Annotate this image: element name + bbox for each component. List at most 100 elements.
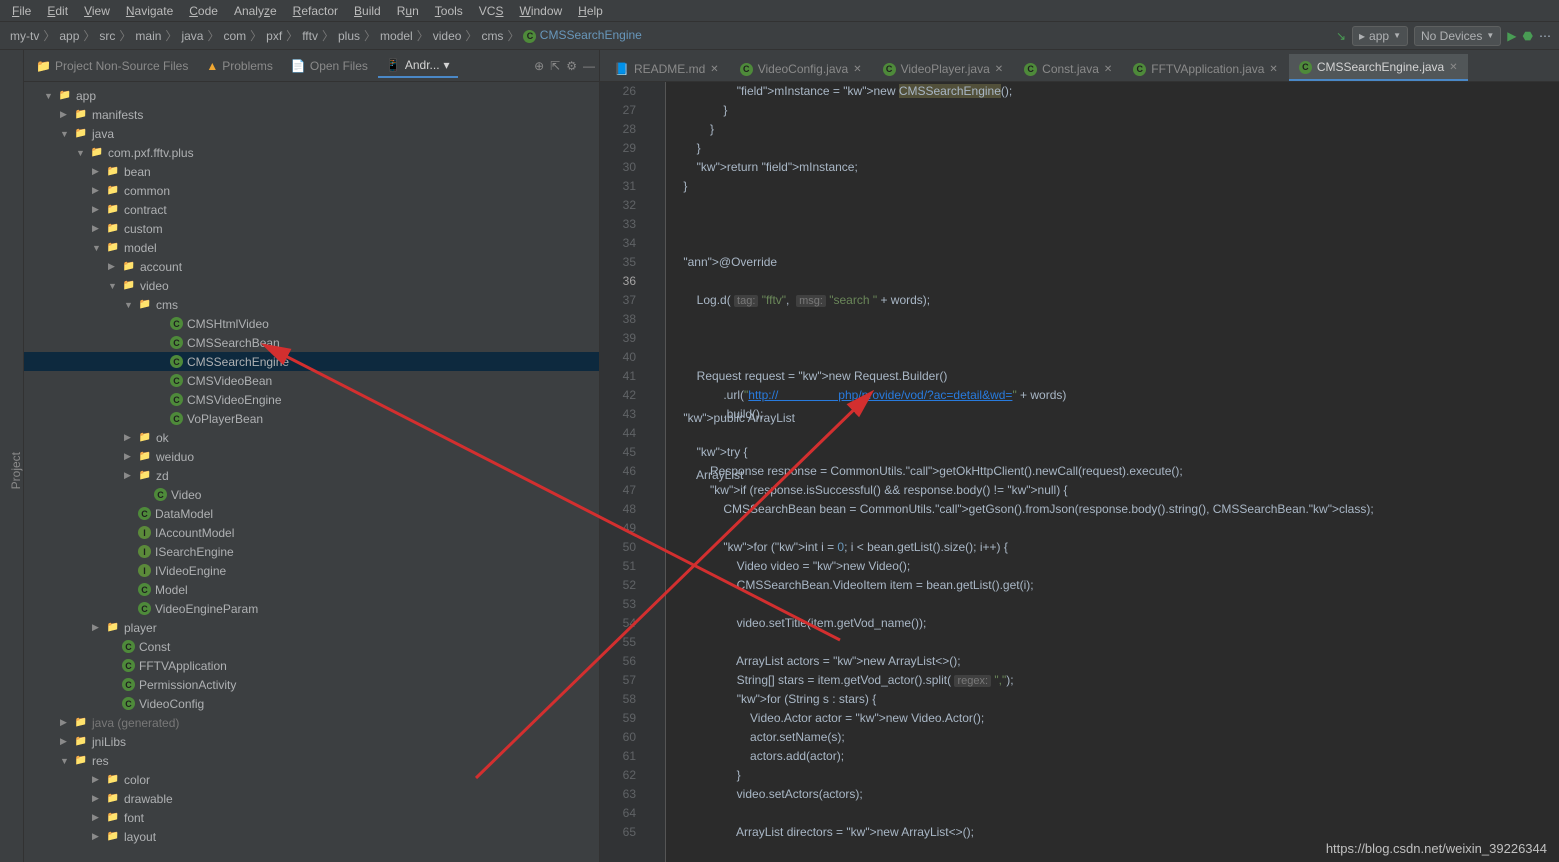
pane-tab-problems[interactable]: ▲ Problems [198, 55, 281, 77]
close-icon[interactable]: ✕ [710, 64, 718, 75]
device-selector[interactable]: No Devices ▼ [1414, 26, 1501, 46]
crumb[interactable]: src [97, 29, 117, 43]
menu-window[interactable]: Window [511, 2, 570, 20]
menu-file[interactable]: File [4, 2, 39, 20]
crumb[interactable]: model [378, 29, 415, 43]
sync-icon[interactable]: ↘ [1336, 29, 1346, 43]
tree-node-Const[interactable]: CConst [24, 637, 599, 656]
run-config-selector[interactable]: ▸ app ▼ [1352, 26, 1408, 46]
tree-node-app[interactable]: ▼📁app [24, 86, 599, 105]
run-icon[interactable]: ▶ [1507, 29, 1516, 43]
editor-tab[interactable]: CVideoConfig.java✕ [730, 56, 872, 81]
tree-node-CMSVideoEngine[interactable]: CCMSVideoEngine [24, 390, 599, 409]
project-tree[interactable]: ▼📁app▶📁manifests▼📁java▼📁com.pxf.fftv.plu… [24, 82, 599, 862]
tree-node-DataModel[interactable]: CDataModel [24, 504, 599, 523]
code-content[interactable]: "field">mInstance = "kw">new CMSSearchEn… [666, 82, 1559, 862]
tree-node-contract[interactable]: ▶📁contract [24, 200, 599, 219]
gear-icon[interactable]: ⚙ [566, 59, 577, 73]
crumb[interactable]: java [179, 29, 205, 43]
tree-node-VideoConfig[interactable]: CVideoConfig [24, 694, 599, 713]
tree-node-VideoEngineParam[interactable]: CVideoEngineParam [24, 599, 599, 618]
tree-node-IVideoEngine[interactable]: IIVideoEngine [24, 561, 599, 580]
crumb[interactable]: fftv [300, 29, 320, 43]
tree-node-javagen[interactable]: ▶📁java (generated) [24, 713, 599, 732]
crumb[interactable]: video [431, 29, 464, 43]
tree-node-zd[interactable]: ▶📁zd [24, 466, 599, 485]
tree-node-java[interactable]: ▼📁java [24, 124, 599, 143]
menu-analyze[interactable]: Analyze [226, 2, 285, 20]
tree-node-color[interactable]: ▶📁color [24, 770, 599, 789]
tree-node-pkg[interactable]: ▼📁com.pxf.fftv.plus [24, 143, 599, 162]
pane-tab-android[interactable]: 📱 Andr... ▾ [378, 54, 458, 78]
pane-tab-nonsource[interactable]: 📁 Project Non-Source Files [28, 55, 196, 77]
tree-node-cms[interactable]: ▼📁cms [24, 295, 599, 314]
tree-label: CMSHtmlVideo [187, 317, 269, 331]
menu-edit[interactable]: Edit [39, 2, 76, 20]
close-icon[interactable]: ✕ [1269, 64, 1277, 75]
tree-node-CMSSearchEngine[interactable]: CCMSSearchEngine [24, 352, 599, 371]
tree-node-player[interactable]: ▶📁player [24, 618, 599, 637]
tool-project[interactable]: Project [9, 452, 23, 489]
tree-node-manifests[interactable]: ▶📁manifests [24, 105, 599, 124]
tree-node-common[interactable]: ▶📁common [24, 181, 599, 200]
crumb-current[interactable]: C CMSSearchEngine [521, 28, 643, 43]
pane-tab-openfiles[interactable]: 📄 Open Files [283, 55, 376, 77]
crumb[interactable]: app [57, 29, 81, 43]
menu-help[interactable]: Help [570, 2, 611, 20]
tree-node-Video[interactable]: CVideo [24, 485, 599, 504]
tree-node-CMSSearchBean[interactable]: CCMSSearchBean [24, 333, 599, 352]
crumb[interactable]: cms [479, 29, 505, 43]
tree-node-custom[interactable]: ▶📁custom [24, 219, 599, 238]
close-icon[interactable]: ✕ [1104, 64, 1112, 75]
fold-gutter[interactable] [644, 82, 666, 862]
tree-node-ISearchEngine[interactable]: IISearchEngine [24, 542, 599, 561]
crumb[interactable]: plus [336, 29, 362, 43]
breadcrumbs[interactable]: my-tv〉 app〉 src〉 main〉 java〉 com〉 pxf〉 f… [8, 27, 644, 44]
menu-navigate[interactable]: Navigate [118, 2, 181, 20]
collapse-icon[interactable]: ⇱ [550, 59, 560, 73]
tree-node-IAccountModel[interactable]: IIAccountModel [24, 523, 599, 542]
debug-icon[interactable]: ⬣ [1523, 29, 1533, 43]
tree-node-res[interactable]: ▼📁res [24, 751, 599, 770]
menu-tools[interactable]: Tools [427, 2, 471, 20]
tree-node-video[interactable]: ▼📁video [24, 276, 599, 295]
menu-vcs[interactable]: VCS [471, 2, 512, 20]
editor-tab[interactable]: CFFTVApplication.java✕ [1123, 56, 1288, 81]
menu-code[interactable]: Code [181, 2, 226, 20]
tree-node-jniLibs[interactable]: ▶📁jniLibs [24, 732, 599, 751]
hide-icon[interactable]: — [583, 59, 595, 73]
tree-node-weiduo[interactable]: ▶📁weiduo [24, 447, 599, 466]
tree-node-layout[interactable]: ▶📁layout [24, 827, 599, 846]
menu-refactor[interactable]: Refactor [285, 2, 346, 20]
editor-tab-active[interactable]: CCMSSearchEngine.java✕ [1289, 54, 1468, 81]
tree-node-FFTVApplication[interactable]: CFFTVApplication [24, 656, 599, 675]
tree-node-CMSHtmlVideo[interactable]: CCMSHtmlVideo [24, 314, 599, 333]
tree-node-model[interactable]: ▼📁model [24, 238, 599, 257]
select-open-file-icon[interactable]: ⊕ [534, 59, 544, 73]
tree-node-PermissionActivity[interactable]: CPermissionActivity [24, 675, 599, 694]
tree-node-VoPlayerBean[interactable]: CVoPlayerBean [24, 409, 599, 428]
crumb[interactable]: main [133, 29, 163, 43]
tree-node-font[interactable]: ▶📁font [24, 808, 599, 827]
tree-node-Model[interactable]: CModel [24, 580, 599, 599]
tree-node-bean[interactable]: ▶📁bean [24, 162, 599, 181]
close-icon[interactable]: ✕ [853, 64, 861, 75]
editor-tab[interactable]: 📘 README.md✕ [604, 56, 729, 81]
menu-build[interactable]: Build [346, 2, 389, 20]
close-icon[interactable]: ✕ [995, 64, 1003, 75]
tree-label: bean [124, 165, 151, 179]
more-icon[interactable]: ⋯ [1539, 29, 1551, 43]
editor-tab[interactable]: CVideoPlayer.java✕ [873, 56, 1014, 81]
crumb[interactable]: com [221, 29, 248, 43]
tree-node-ok[interactable]: ▶📁ok [24, 428, 599, 447]
tree-node-CMSVideoBean[interactable]: CCMSVideoBean [24, 371, 599, 390]
menu-run[interactable]: Run [389, 2, 427, 20]
crumb[interactable]: my-tv [8, 29, 41, 43]
code-editor[interactable]: 2627282930313233343536373839404142434445… [600, 82, 1559, 862]
tree-node-account[interactable]: ▶📁account [24, 257, 599, 276]
crumb[interactable]: pxf [264, 29, 284, 43]
editor-tab[interactable]: CConst.java✕ [1014, 56, 1122, 81]
tree-node-drawable[interactable]: ▶📁drawable [24, 789, 599, 808]
menu-view[interactable]: View [76, 2, 118, 20]
close-icon[interactable]: ✕ [1449, 62, 1457, 73]
